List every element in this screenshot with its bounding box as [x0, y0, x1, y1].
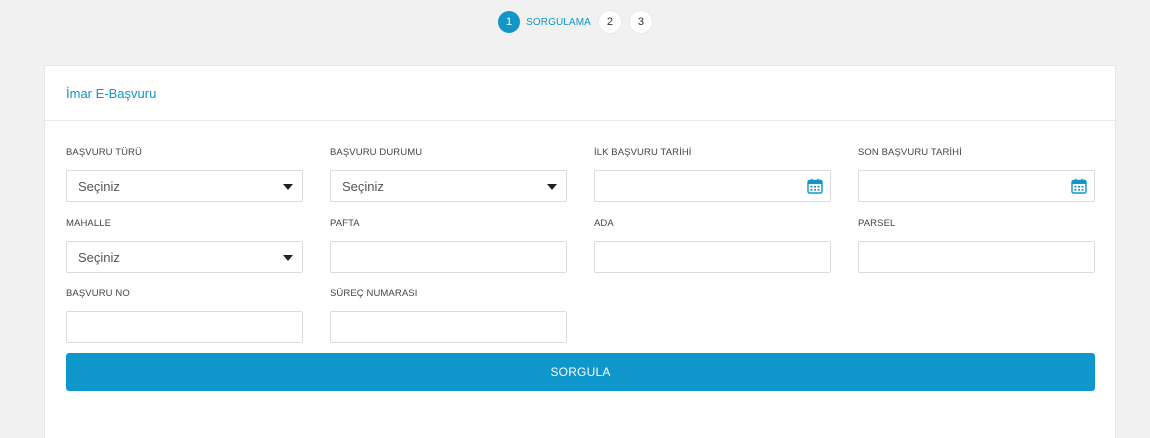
chevron-down-icon — [547, 184, 557, 190]
mahalle-label: MAHALLE — [66, 218, 112, 229]
ilk-basvuru-tarihi-field: İLK BAŞVURU TARİHİ — [594, 146, 831, 202]
basvuru-durumu-field: BAŞVURU DURUMU Seçiniz — [330, 146, 567, 202]
ilk-basvuru-tarihi-input[interactable] — [594, 170, 831, 202]
form-row-1: BAŞVURU TÜRÜ Seçiniz BAŞVURU DURUMU Seçi… — [66, 146, 1096, 202]
parsel-label: PARSEL — [858, 218, 896, 229]
form-row-2: MAHALLE Seçiniz PAFTA ADA PARSEL — [66, 217, 1096, 273]
basvuru-no-label: BAŞVURU NO — [66, 288, 130, 299]
card-title: İmar E-Başvuru — [66, 85, 157, 101]
ilk-basvuru-tarihi-label: İLK BAŞVURU TARİHİ — [594, 147, 692, 158]
step-1[interactable]: 1 — [498, 11, 521, 33]
pafta-input[interactable] — [330, 241, 567, 273]
chevron-down-icon — [283, 255, 293, 261]
step-2[interactable]: 2 — [598, 11, 621, 33]
stepper: 1 SORGULAMA 2 3 — [0, 11, 1150, 33]
surec-numarasi-field: SÜREÇ NUMARASI — [330, 287, 567, 343]
mahalle-value: Seçiniz — [78, 250, 120, 265]
page: 1 SORGULAMA 2 3 İmar E-Başvuru BAŞVURU T… — [0, 0, 1150, 438]
search-card: İmar E-Başvuru BAŞVURU TÜRÜ Seçiniz BAŞV… — [44, 65, 1116, 438]
basvuru-turu-field: BAŞVURU TÜRÜ Seçiniz — [66, 146, 303, 202]
calendar-icon[interactable] — [807, 178, 823, 194]
surec-numarasi-label: SÜREÇ NUMARASI — [330, 288, 418, 299]
basvuru-no-field: BAŞVURU NO — [66, 287, 303, 343]
sorgula-button[interactable]: SORGULA — [66, 353, 1095, 391]
chevron-down-icon — [283, 184, 293, 190]
basvuru-turu-value: Seçiniz — [78, 179, 120, 194]
surec-numarasi-input[interactable] — [330, 311, 567, 343]
basvuru-durumu-select[interactable]: Seçiniz — [330, 170, 567, 202]
basvuru-durumu-label: BAŞVURU DURUMU — [330, 147, 423, 158]
son-basvuru-tarihi-label: SON BAŞVURU TARİHİ — [858, 147, 962, 158]
calendar-icon[interactable] — [1071, 178, 1087, 194]
card-header: İmar E-Başvuru — [45, 66, 1115, 121]
form-row-3: BAŞVURU NO SÜREÇ NUMARASI — [66, 287, 1096, 343]
step-1-label: SORGULAMA — [526, 16, 591, 28]
mahalle-field: MAHALLE Seçiniz — [66, 217, 303, 273]
pafta-label: PAFTA — [330, 218, 360, 229]
step-3[interactable]: 3 — [629, 11, 652, 33]
son-basvuru-tarihi-field: SON BAŞVURU TARİHİ — [858, 146, 1095, 202]
ada-input[interactable] — [594, 241, 831, 273]
basvuru-durumu-value: Seçiniz — [342, 179, 384, 194]
basvuru-turu-select[interactable]: Seçiniz — [66, 170, 303, 202]
basvuru-turu-label: BAŞVURU TÜRÜ — [66, 147, 142, 158]
mahalle-select[interactable]: Seçiniz — [66, 241, 303, 273]
parsel-input[interactable] — [858, 241, 1095, 273]
parsel-field: PARSEL — [858, 217, 1095, 273]
ada-field: ADA — [594, 217, 831, 273]
son-basvuru-tarihi-input[interactable] — [858, 170, 1095, 202]
ada-label: ADA — [594, 218, 614, 229]
pafta-field: PAFTA — [330, 217, 567, 273]
basvuru-no-input[interactable] — [66, 311, 303, 343]
